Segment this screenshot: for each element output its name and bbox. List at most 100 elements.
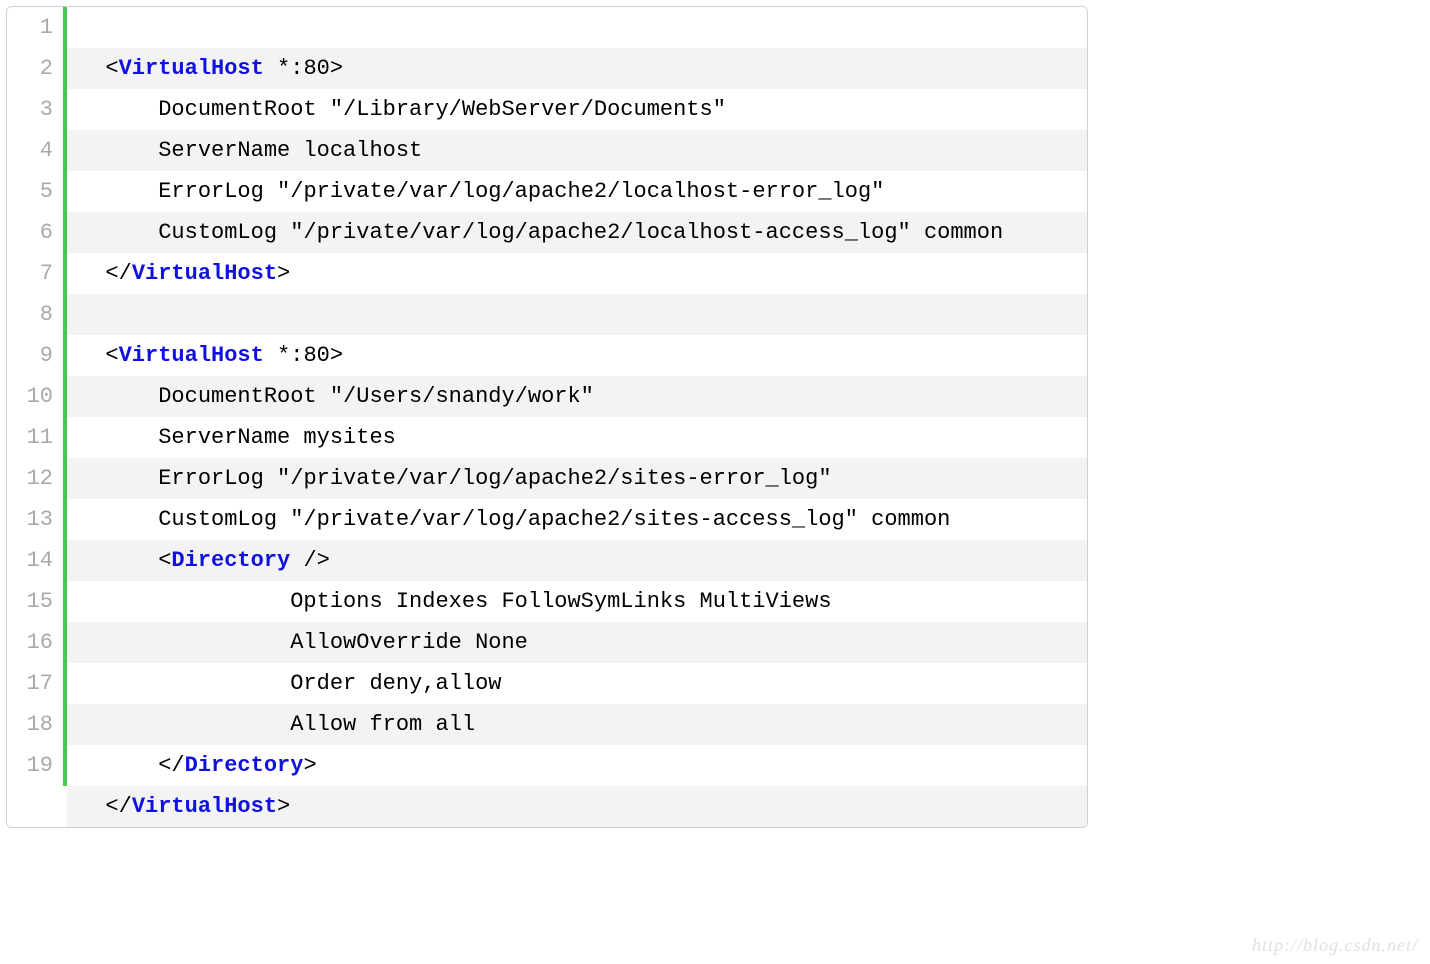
string-token: "/private/var/log/apache2/localhost-erro… [277, 179, 884, 204]
keyword-token: VirtualHost [119, 343, 264, 368]
code-row: </VirtualHost> [7, 786, 1087, 827]
code-row: 11 ServerName mysites [7, 417, 1087, 458]
text-token: > [330, 343, 343, 368]
code-line[interactable]: CustomLog "/private/var/log/apache2/site… [67, 499, 1087, 540]
code-row: 16 AllowOverride None [7, 622, 1087, 663]
code-row: 8 [7, 294, 1087, 335]
text-token: Order deny,allow [79, 671, 501, 696]
line-number: 9 [7, 335, 63, 376]
line-number: 8 [7, 294, 63, 335]
text-token: CustomLog [79, 220, 290, 245]
text-token: > [330, 56, 343, 81]
code-line[interactable]: Options Indexes FollowSymLinks MultiView… [67, 581, 1087, 622]
text-token: ServerName localhost [79, 138, 422, 163]
code-row: 7 </VirtualHost> [7, 253, 1087, 294]
keyword-token: VirtualHost [132, 261, 277, 286]
code-row: 3 DocumentRoot "/Library/WebServer/Docum… [7, 89, 1087, 130]
line-number: 17 [7, 663, 63, 704]
code-line[interactable]: AllowOverride None [67, 622, 1087, 663]
line-number: 18 [7, 704, 63, 745]
code-line[interactable]: <VirtualHost *:80> [67, 48, 1087, 89]
text-token: ErrorLog [79, 466, 277, 491]
text-token: / [290, 548, 316, 573]
text-token [79, 794, 105, 819]
text-token: < [105, 56, 118, 81]
code-row: 9 <VirtualHost *:80> [7, 335, 1087, 376]
text-token: < [105, 343, 118, 368]
code-line[interactable]: <Directory /> [67, 540, 1087, 581]
text-token: > [317, 548, 330, 573]
code-row: 10 DocumentRoot "/Users/snandy/work" [7, 376, 1087, 417]
line-number: 14 [7, 540, 63, 581]
text-token: common [858, 507, 950, 532]
text-token: *:80 [264, 343, 330, 368]
code-line[interactable]: CustomLog "/private/var/log/apache2/loca… [67, 212, 1087, 253]
text-token: < [158, 548, 171, 573]
code-line[interactable]: ServerName mysites [67, 417, 1087, 458]
code-row: 4 ServerName localhost [7, 130, 1087, 171]
code-line[interactable]: </VirtualHost> [67, 786, 1087, 827]
line-number: 4 [7, 130, 63, 171]
code-line[interactable] [67, 294, 1087, 335]
line-number: 13 [7, 499, 63, 540]
text-token: DocumentRoot [79, 384, 330, 409]
keyword-token: Directory [185, 753, 304, 778]
code-row: 15 Options Indexes FollowSymLinks MultiV… [7, 581, 1087, 622]
code-line[interactable] [67, 7, 1087, 48]
code-line[interactable]: DocumentRoot "/Users/snandy/work" [67, 376, 1087, 417]
text-token [79, 56, 105, 81]
string-token: "/Library/WebServer/Documents" [330, 97, 726, 122]
code-line[interactable]: ServerName localhost [67, 130, 1087, 171]
code-row: 12 ErrorLog "/private/var/log/apache2/si… [7, 458, 1087, 499]
code-block: 1 2 <VirtualHost *:80>3 DocumentRoot "/L… [6, 6, 1088, 828]
line-number: 11 [7, 417, 63, 458]
code-line[interactable]: Allow from all [67, 704, 1087, 745]
code-row: 5 ErrorLog "/private/var/log/apache2/loc… [7, 171, 1087, 212]
text-token [79, 343, 105, 368]
code-line[interactable]: Order deny,allow [67, 663, 1087, 704]
text-token [79, 261, 105, 286]
text-token: > [303, 753, 316, 778]
text-token [79, 548, 158, 573]
code-line[interactable]: ErrorLog "/private/var/log/apache2/sites… [67, 458, 1087, 499]
text-token: ServerName mysites [79, 425, 396, 450]
code-row: 18 Allow from all [7, 704, 1087, 745]
code-line[interactable]: <VirtualHost *:80> [67, 335, 1087, 376]
watermark-text: http://blog.csdn.net/ [1252, 935, 1418, 956]
keyword-token: VirtualHost [119, 56, 264, 81]
code-row: 13 CustomLog "/private/var/log/apache2/s… [7, 499, 1087, 540]
text-token: common [911, 220, 1003, 245]
keyword-token: Directory [171, 548, 290, 573]
code-row: 1 [7, 7, 1087, 48]
line-number: 19 [7, 745, 63, 786]
line-number: 6 [7, 212, 63, 253]
code-line[interactable]: </VirtualHost> [67, 253, 1087, 294]
line-number: 10 [7, 376, 63, 417]
line-number: 16 [7, 622, 63, 663]
text-token: CustomLog [79, 507, 290, 532]
text-token [79, 753, 158, 778]
text-token: AllowOverride None [79, 630, 528, 655]
line-number: 12 [7, 458, 63, 499]
text-token: </ [105, 794, 131, 819]
code-row: 6 CustomLog "/private/var/log/apache2/lo… [7, 212, 1087, 253]
text-token: > [277, 794, 290, 819]
line-number: 3 [7, 89, 63, 130]
text-token: Allow from all [79, 712, 475, 737]
text-token: > [277, 261, 290, 286]
code-row: 2 <VirtualHost *:80> [7, 48, 1087, 89]
code-line[interactable]: ErrorLog "/private/var/log/apache2/local… [67, 171, 1087, 212]
text-token: </ [158, 753, 184, 778]
code-row: 19 </Directory> [7, 745, 1087, 786]
line-number: 1 [7, 7, 63, 48]
code-line[interactable]: DocumentRoot "/Library/WebServer/Documen… [67, 89, 1087, 130]
text-token: </ [105, 261, 131, 286]
string-token: "/private/var/log/apache2/sites-error_lo… [277, 466, 832, 491]
code-row: 17 Order deny,allow [7, 663, 1087, 704]
code-row: 14 <Directory /> [7, 540, 1087, 581]
text-token: ErrorLog [79, 179, 277, 204]
line-number: 7 [7, 253, 63, 294]
text-token: *:80 [264, 56, 330, 81]
code-line[interactable]: </Directory> [67, 745, 1087, 786]
line-number: 15 [7, 581, 63, 622]
